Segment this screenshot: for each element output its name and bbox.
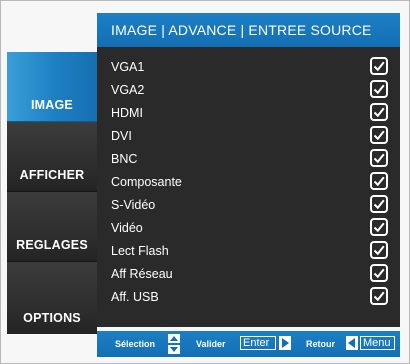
tab-label: OPTIONS bbox=[23, 311, 81, 325]
source-row-s-video[interactable]: S-Vidéo bbox=[97, 194, 400, 218]
checkbox-checked-icon[interactable] bbox=[370, 287, 388, 305]
source-label: BNC bbox=[111, 152, 138, 166]
source-label: Aff Réseau bbox=[111, 267, 173, 281]
checkbox-checked-icon[interactable] bbox=[370, 57, 388, 75]
source-label: Aff. USB bbox=[111, 290, 159, 304]
source-list-panel: VGA1 VGA2 HDMI DVI BNC Composante S-Vidé… bbox=[97, 47, 400, 327]
source-label: HDMI bbox=[111, 106, 143, 120]
up-down-arrows-icon bbox=[168, 334, 180, 356]
source-row-vga2[interactable]: VGA2 bbox=[97, 79, 400, 103]
valider-label: Valider bbox=[196, 339, 226, 349]
source-row-aff-usb[interactable]: Aff. USB bbox=[97, 286, 400, 310]
retour-label: Retour bbox=[306, 339, 335, 349]
checkbox-checked-icon[interactable] bbox=[370, 126, 388, 144]
source-label: VGA2 bbox=[111, 83, 145, 97]
checkbox-checked-icon[interactable] bbox=[370, 218, 388, 236]
source-row-video[interactable]: Vidéo bbox=[97, 217, 400, 241]
source-row-bnc[interactable]: BNC bbox=[97, 148, 400, 172]
footer-help-bar: Sélection Valider Enter Retour Menu bbox=[97, 331, 400, 357]
tab-afficher[interactable]: AFFICHER bbox=[7, 122, 97, 192]
tab-options[interactable]: OPTIONS bbox=[7, 262, 97, 334]
main-menu-tabs: IMAGE AFFICHER REGLAGES OPTIONS bbox=[7, 52, 97, 334]
source-row-hdmi[interactable]: HDMI bbox=[97, 102, 400, 126]
source-label: Lect Flash bbox=[111, 244, 169, 258]
tab-label: AFFICHER bbox=[19, 168, 85, 182]
source-label: Vidéo bbox=[111, 221, 143, 235]
breadcrumb: IMAGE | ADVANCE | ENTREE SOURCE bbox=[97, 13, 400, 47]
selection-label: Sélection bbox=[115, 339, 156, 349]
source-label: Composante bbox=[111, 175, 182, 189]
enter-key: Enter bbox=[240, 336, 276, 350]
source-row-aff-reseau[interactable]: Aff Réseau bbox=[97, 263, 400, 287]
source-row-lect-flash[interactable]: Lect Flash bbox=[97, 240, 400, 264]
source-row-vga1[interactable]: VGA1 bbox=[97, 56, 400, 80]
checkbox-checked-icon[interactable] bbox=[370, 172, 388, 190]
checkbox-checked-icon[interactable] bbox=[370, 80, 388, 98]
right-arrow-icon bbox=[279, 336, 291, 350]
checkbox-checked-icon[interactable] bbox=[370, 264, 388, 282]
left-arrow-icon bbox=[346, 336, 358, 350]
checkbox-checked-icon[interactable] bbox=[370, 103, 388, 121]
tab-reglages[interactable]: REGLAGES bbox=[7, 192, 97, 262]
tab-label: REGLAGES bbox=[16, 238, 88, 252]
source-row-dvi[interactable]: DVI bbox=[97, 125, 400, 149]
tab-label: IMAGE bbox=[31, 98, 73, 112]
source-label: DVI bbox=[111, 129, 132, 143]
source-label: VGA1 bbox=[111, 60, 145, 74]
menu-key: Menu bbox=[360, 336, 395, 350]
checkbox-checked-icon[interactable] bbox=[370, 241, 388, 259]
checkbox-checked-icon[interactable] bbox=[370, 149, 388, 167]
source-label: S-Vidéo bbox=[111, 198, 156, 212]
source-row-composante[interactable]: Composante bbox=[97, 171, 400, 195]
page-title: IMAGE | ADVANCE | ENTREE SOURCE bbox=[111, 22, 372, 38]
tab-image[interactable]: IMAGE bbox=[7, 52, 97, 122]
checkbox-checked-icon[interactable] bbox=[370, 195, 388, 213]
